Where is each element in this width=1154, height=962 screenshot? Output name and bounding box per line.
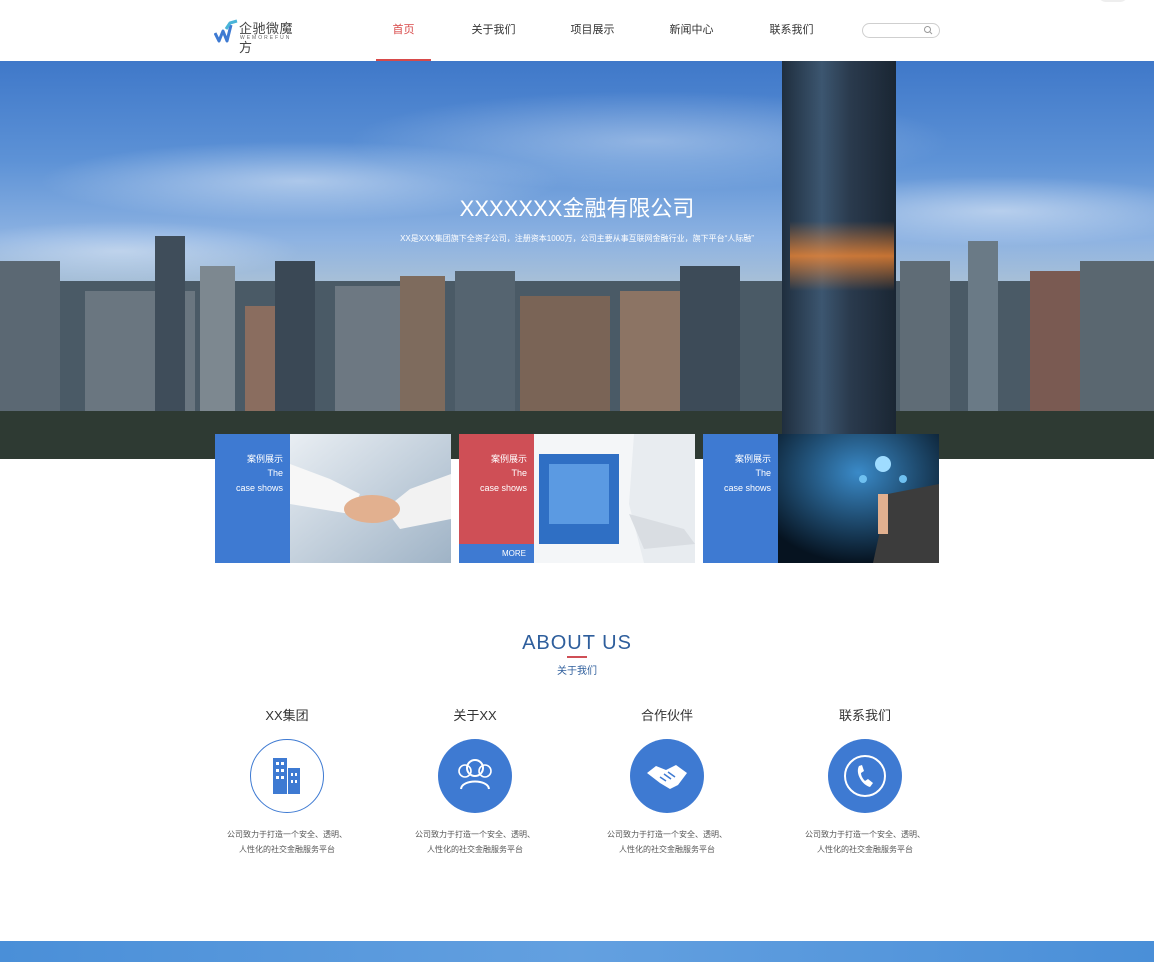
about-item-description: 公司致力于打造一个安全、透明、 人性化的社交金融服务平台 xyxy=(227,830,347,854)
about-item-title: 合作伙伴 xyxy=(640,708,693,723)
case-subtitle-line1: The xyxy=(755,468,771,478)
about-item-title: XX集团 xyxy=(265,708,309,723)
about-item-group[interactable]: XX集团 公司致力于打造一个安全、透明、 人性化的社交金融服务平台 xyxy=(212,706,362,854)
about-divider xyxy=(567,656,587,658)
case-title: 案例展示 xyxy=(246,454,283,464)
handshake-photo xyxy=(290,434,451,563)
about-title: ABOUT US xyxy=(522,632,632,654)
case-title: 案例展示 xyxy=(734,454,771,464)
hero-subtitle: XX是XXX集团旗下全资子公司，注册资本1000万，公司主要从事互联网金融行业，… xyxy=(400,234,754,243)
case-card-handshake[interactable]: 案例展示 The case shows xyxy=(215,434,451,563)
case-title: 案例展示 xyxy=(490,454,527,464)
footer-banner-strip xyxy=(0,941,1154,962)
search-input[interactable] xyxy=(869,25,921,36)
case-card-network[interactable]: 案例展示 The case shows xyxy=(703,434,939,563)
phone-icon xyxy=(828,739,902,813)
case-subtitle-line1: The xyxy=(511,468,527,478)
logo[interactable]: 企驰微魔方 WEMOREFUN xyxy=(214,17,304,55)
city-skyline-image xyxy=(0,236,1154,459)
logo-mark-icon xyxy=(214,19,238,43)
about-item-partners[interactable]: 合作伙伴 公司致力于打造一个安全、透明、 人性化的社交金融服务平台 xyxy=(592,706,742,854)
nav-item-home[interactable]: 首页 xyxy=(376,0,431,61)
search-box xyxy=(862,23,940,38)
search-icon[interactable] xyxy=(923,25,933,35)
nav-item-contact[interactable]: 联系我们 xyxy=(764,0,819,61)
case-label: 案例展示 The case shows xyxy=(703,434,778,563)
case-subtitle-line2: case shows xyxy=(723,483,771,493)
about-item-description: 公司致力于打造一个安全、透明、 人性化的社交金融服务平台 xyxy=(805,830,925,854)
handshake-icon xyxy=(630,739,704,813)
hero-banner: XXXXXXX金融有限公司 XX是XXX集团旗下全资子公司，注册资本1000万，… xyxy=(0,61,1154,459)
about-item-title: 关于XX xyxy=(453,708,497,723)
nav-item-news[interactable]: 新闻中心 xyxy=(664,0,719,61)
about-item-description: 公司致力于打造一个安全、透明、 人性化的社交金融服务平台 xyxy=(415,830,535,854)
about-item-title: 联系我们 xyxy=(838,708,891,723)
case-subtitle-line1: The xyxy=(267,468,283,478)
nav-item-projects[interactable]: 项目展示 xyxy=(565,0,620,61)
about-item-about[interactable]: 关于XX 公司致力于打造一个安全、透明、 人性化的社交金融服务平台 xyxy=(400,706,550,854)
case-card-world[interactable]: 案例展示 The case shows MORE xyxy=(459,434,695,563)
about-item-contact[interactable]: 联系我们 公司致力于打造一个安全、透明、 人性化的社交金融服务平台 xyxy=(790,706,940,854)
more-button[interactable]: MORE xyxy=(459,544,534,563)
corner-decoration xyxy=(1098,0,1128,2)
about-subtitle: 关于我们 xyxy=(557,666,597,677)
hero-title: XXXXXXX金融有限公司 xyxy=(459,196,695,221)
world-map-photo xyxy=(534,434,695,563)
network-photo xyxy=(778,434,939,563)
logo-subtitle: WEMOREFUN xyxy=(240,35,292,41)
sunset-reflection xyxy=(790,221,894,291)
case-subtitle-line2: case shows xyxy=(479,483,527,493)
users-icon xyxy=(438,739,512,813)
nav-item-about[interactable]: 关于我们 xyxy=(466,0,521,61)
about-item-description: 公司致力于打造一个安全、透明、 人性化的社交金融服务平台 xyxy=(607,830,727,854)
case-subtitle-line2: case shows xyxy=(235,483,283,493)
case-label: 案例展示 The case shows xyxy=(215,434,290,563)
building-icon xyxy=(250,739,324,813)
site-header: 企驰微魔方 WEMOREFUN 首页 关于我们 项目展示 新闻中心 联系我们 xyxy=(0,0,1154,61)
case-label: 案例展示 The case shows xyxy=(459,434,534,544)
